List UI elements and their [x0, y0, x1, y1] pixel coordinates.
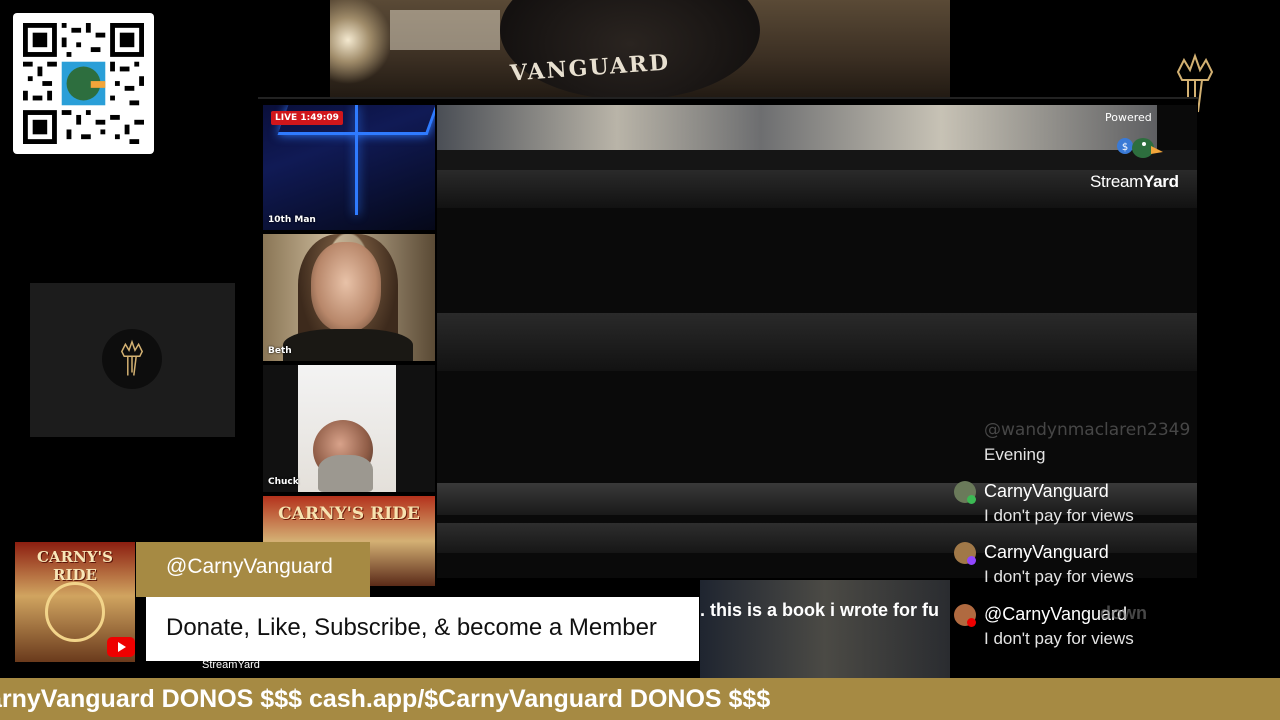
participant-body [283, 329, 413, 361]
caption-text: . this is a book i wrote for fu [700, 600, 940, 620]
banner-title: CARNY'S RIDE [278, 504, 420, 524]
carnys-ride-logo-text: CARNY'S RIDE [37, 548, 113, 584]
participant-name: Beth [268, 346, 292, 356]
streamyard-logo: StreamYard [1090, 172, 1179, 192]
powered-label: Powered [1105, 111, 1152, 124]
lower-third-handle: @CarnyVanguard [136, 542, 370, 597]
chat-message-text: I don't pay for views [984, 567, 1134, 586]
caption-trailing-text: down [1100, 603, 1147, 623]
screen-top-image [437, 105, 1157, 150]
participant-camera-chuck: Chuck [263, 365, 435, 492]
background-photo: VANGUARD [330, 0, 950, 100]
background-bottom-photo [700, 578, 950, 678]
ticker-text: arnyVanguard DONOS $$$ cash.app/$CarnyVa… [0, 685, 771, 713]
chat-username: CarnyVanguard [984, 542, 1109, 562]
ferris-wheel-icon [45, 582, 105, 642]
streamyard-logo-stream: Stream [1090, 172, 1143, 191]
participant-name: 10th Man [268, 215, 316, 225]
screen-band [437, 150, 1197, 170]
jacket-back [500, 0, 760, 100]
twitch-icon [967, 556, 976, 565]
crown-badge-icon [102, 329, 162, 389]
donation-ticker: arnyVanguard DONOS $$$ cash.app/$CarnyVa… [0, 678, 1280, 720]
background-mirror [390, 10, 500, 50]
participant-face [311, 242, 381, 332]
live-badge: LIVE 1:49:09 [271, 111, 343, 125]
chat-faded-username: @wandynmaclaren2349 [984, 420, 1191, 440]
chat-message-text: I don't pay for views [984, 506, 1134, 525]
participant-camera-beth: Beth [263, 234, 435, 361]
platform-icon [967, 495, 976, 504]
candle-light [330, 0, 390, 100]
screen-band [437, 313, 1197, 371]
participant-camera-10th-man: LIVE 1:49:09 10th Man [263, 105, 435, 230]
streamyard-duck-icon: $ [1113, 132, 1163, 168]
participant-beard [318, 455, 373, 492]
logo-panel [30, 283, 235, 437]
svg-text:$: $ [1122, 142, 1128, 153]
lower-third-message: Donate, Like, Subscribe, & become a Memb… [146, 597, 699, 661]
qr-code-icon [23, 23, 144, 144]
chat-overlay: @wandynmaclaren2349 Evening CarnyVanguar… [950, 420, 1200, 660]
screen-band [437, 170, 1197, 208]
qr-code [13, 13, 154, 154]
streamyard-logo-yard: Yard [1143, 172, 1179, 191]
chat-message-text: Evening [984, 445, 1046, 464]
chat-username: CarnyVanguard [984, 481, 1109, 501]
neon-light [355, 105, 358, 215]
participant-name: Chuck [268, 477, 299, 487]
youtube-icon [107, 637, 135, 657]
streamyard-watermark: StreamYard [202, 659, 260, 671]
chat-message-text: I don't pay for views [984, 629, 1134, 648]
youtube-icon [967, 618, 976, 627]
